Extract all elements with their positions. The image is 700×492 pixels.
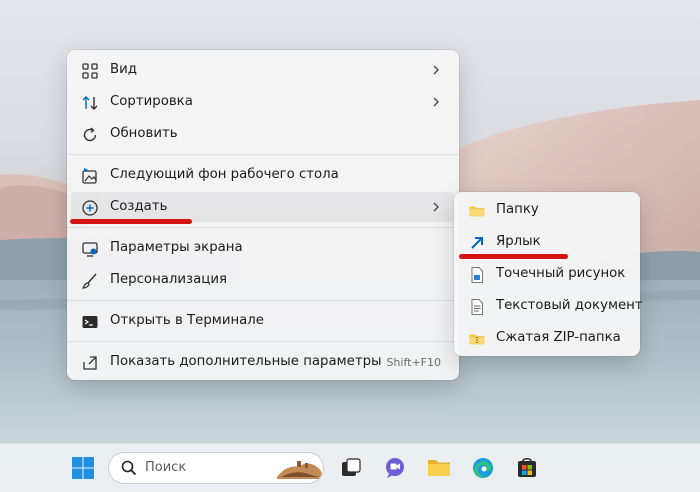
create-submenu: Папку Ярлык Точечный рисунок Текстовый д… [454,192,643,356]
next-wallpaper-icon [82,168,97,184]
menu-item-refresh[interactable]: Обновить [71,119,455,149]
menu-item-more-options-label: Показать дополнительные параметры [110,354,382,369]
menu-item-open-terminal-label: Открыть в Терминале [110,313,264,328]
text-document-icon [471,299,483,315]
display-settings-icon [82,242,98,257]
menu-item-open-terminal[interactable]: Открыть в Терминале [71,306,455,336]
menu-item-create-label: Создать [110,199,168,214]
grid-icon [82,63,98,79]
menu-item-refresh-label: Обновить [110,126,178,141]
annotation-underline-create [70,219,192,224]
zip-folder-icon [469,334,485,345]
menu-separator [67,227,459,228]
submenu-item-zip-folder-label: Сжатая ZIP-папка [496,330,621,345]
store-icon[interactable] [515,456,539,480]
submenu-item-bitmap-label: Точечный рисунок [496,266,626,281]
menu-item-sort[interactable]: Сортировка [71,87,455,117]
submenu-item-text-document-label: Текстовый документ [496,298,643,313]
submenu-item-bitmap[interactable]: Точечный рисунок [458,259,636,289]
menu-separator [67,341,459,342]
folder-icon [469,206,485,217]
chevron-right-icon [433,65,439,75]
search-icon [121,460,137,476]
submenu-item-text-document[interactable]: Текстовый документ [458,291,643,321]
menu-item-display-settings-label: Параметры экрана [110,240,243,255]
submenu-item-shortcut[interactable]: Ярлык [458,227,636,257]
annotation-underline-shortcut [459,254,568,259]
refresh-icon [83,127,97,142]
submenu-item-folder-label: Папку [496,202,539,217]
submenu-item-shortcut-label: Ярлык [496,234,541,249]
submenu-item-folder[interactable]: Папку [458,195,636,225]
menu-item-view-label: Вид [110,62,137,77]
menu-item-personalization-label: Персонализация [110,272,227,287]
task-view-icon[interactable] [339,456,363,480]
brush-icon [82,273,97,289]
menu-item-more-options[interactable]: Показать дополнительные параметры Shift+… [71,347,455,377]
menu-item-next-wallpaper[interactable]: Следующий фон рабочего стола [71,160,455,190]
menu-separator [67,300,459,301]
chat-icon[interactable] [383,456,407,480]
add-circle-icon [82,200,98,216]
submenu-item-zip-folder[interactable]: Сжатая ZIP-папка [458,323,636,353]
search-highlight-art [277,461,323,479]
chevron-right-icon [433,97,439,107]
menu-item-view[interactable]: Вид [71,55,455,85]
taskbar-search-box[interactable]: Поиск [108,452,324,484]
shortcut-hint: Shift+F10 [386,356,441,369]
taskbar: Поиск [0,443,700,492]
shortcut-icon [471,237,483,249]
menu-item-personalization[interactable]: Персонализация [71,265,455,295]
search-placeholder: Поиск [145,460,187,475]
menu-separator [67,154,459,155]
menu-item-sort-label: Сортировка [110,94,193,109]
desktop-context-menu: Вид Сортировка Обновить Следующий фон ра… [67,50,459,380]
more-options-icon [83,356,97,370]
menu-item-create[interactable]: Создать [71,192,455,222]
edge-icon[interactable] [471,456,495,480]
file-explorer-icon[interactable] [427,456,451,480]
menu-item-next-wallpaper-label: Следующий фон рабочего стола [110,167,339,182]
chevron-right-icon [433,202,439,212]
windows-start-icon[interactable] [71,456,95,480]
terminal-icon [82,316,98,328]
menu-item-display-settings[interactable]: Параметры экрана [71,233,455,263]
bitmap-icon [471,267,483,283]
sort-icon [82,96,98,110]
